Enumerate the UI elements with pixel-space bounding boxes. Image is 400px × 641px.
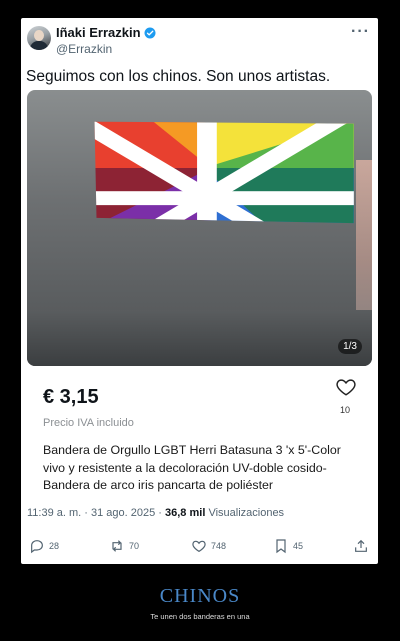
price-note: Precio IVA incluido — [43, 417, 134, 429]
flag-cross-horizontal — [94, 191, 354, 206]
repost-icon — [112, 540, 122, 552]
more-options-icon[interactable]: ··· — [351, 23, 370, 41]
caption-title: CHINOS — [159, 585, 241, 607]
repost-button[interactable]: 70 — [109, 538, 139, 554]
like-count: 748 — [211, 541, 227, 551]
share-icon — [355, 539, 367, 552]
product-description: Bandera de Orgullo LGBT Herri Batasuna 3… — [43, 443, 341, 492]
tweet-text: Seguimos con los chinos. Son unos artist… — [26, 68, 331, 85]
tweet-meta: 11:39 a. m. · 31 ago. 2025 · 36,8 mil Vi… — [27, 507, 284, 519]
bookmark-count: 45 — [293, 541, 304, 551]
bookmark-button[interactable]: 45 — [273, 538, 303, 554]
author-row: Iñaki Errazkin — [56, 25, 156, 40]
product-price: € 3,15 — [43, 386, 99, 408]
avatar[interactable] — [27, 26, 51, 50]
product-panel: € 3,15 Precio IVA incluido 10 Bandera de… — [27, 366, 372, 496]
flag-image — [94, 121, 362, 224]
tweet-media[interactable]: 1/3 — [27, 90, 372, 366]
author-handle[interactable]: @Errazkin — [56, 42, 112, 56]
tweet-card: Iñaki Errazkin @Errazkin ··· Seguimos co… — [21, 18, 378, 564]
like-button[interactable]: 748 — [191, 538, 226, 554]
action-bar: 28 70 748 45 — [21, 538, 378, 558]
author-name[interactable]: Iñaki Errazkin — [56, 25, 141, 40]
views-label: Visualizaciones — [208, 507, 285, 519]
tweet-header: Iñaki Errazkin @Errazkin ··· — [21, 18, 378, 66]
bookmark-icon — [276, 539, 286, 554]
caption-subtitle: Te unen dos banderas en una — [150, 612, 250, 621]
reply-count: 28 — [49, 541, 60, 551]
favorite-count: 10 — [339, 405, 350, 415]
reply-button[interactable]: 28 — [29, 538, 59, 554]
timestamp[interactable]: 11:39 a. m. · 31 ago. 2025 · — [27, 507, 162, 519]
like-heart-icon — [192, 540, 206, 553]
repost-count: 70 — [129, 541, 140, 551]
media-counter: 1/3 — [338, 339, 362, 354]
views-count: 36,8 mil — [165, 507, 206, 519]
favorite-heart-icon[interactable] — [335, 376, 357, 398]
share-button[interactable] — [353, 538, 369, 554]
verified-badge-icon — [144, 27, 156, 38]
reply-icon — [31, 540, 43, 554]
